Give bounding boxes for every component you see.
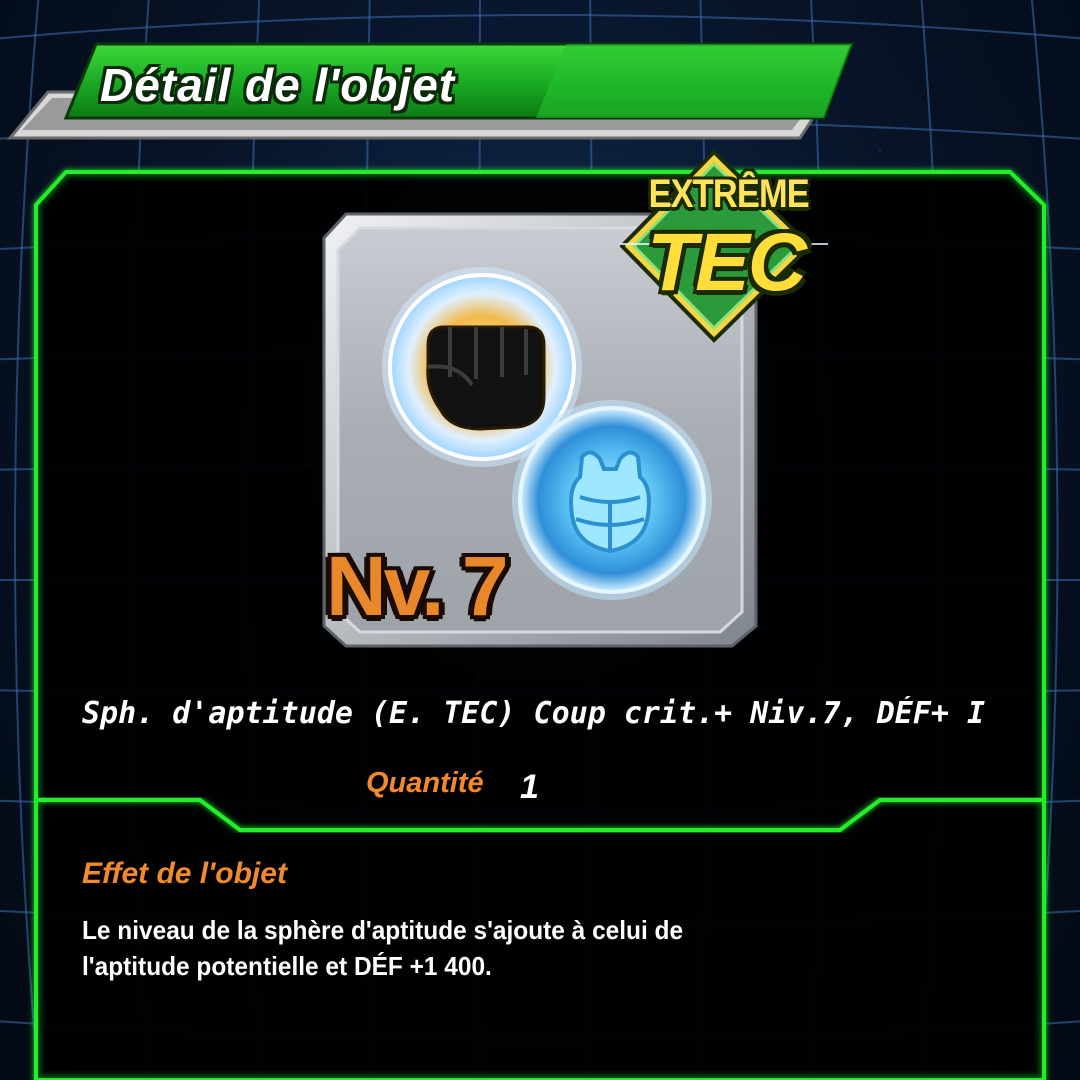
quantity-value: 1 bbox=[520, 768, 539, 806]
quantity-label: Quantité bbox=[366, 767, 484, 799]
item-name: Sph. d'aptitude (E. TEC) Coup crit.+ Niv… bbox=[82, 696, 986, 731]
item-level: Nv. 7 bbox=[326, 539, 509, 633]
item-detail-screen: Détail de l'objet EXTRÊME TEC Nv. 7 Sph.… bbox=[0, 0, 1080, 1080]
badge-label-extreme: EXTRÊME bbox=[648, 172, 810, 216]
page-title: Détail de l'objet bbox=[100, 59, 456, 111]
badge-label-type: TEC bbox=[647, 217, 807, 308]
armor-icon bbox=[569, 450, 651, 554]
effect-description: Le niveau de la sphère d'aptitude s'ajou… bbox=[82, 912, 928, 984]
fist-icon bbox=[426, 325, 546, 431]
effect-line: l'aptitude potentielle et DÉF +1 400. bbox=[82, 951, 492, 981]
effect-line: Le niveau de la sphère d'aptitude s'ajou… bbox=[82, 915, 684, 945]
effect-heading: Effet de l'objet bbox=[82, 857, 287, 890]
